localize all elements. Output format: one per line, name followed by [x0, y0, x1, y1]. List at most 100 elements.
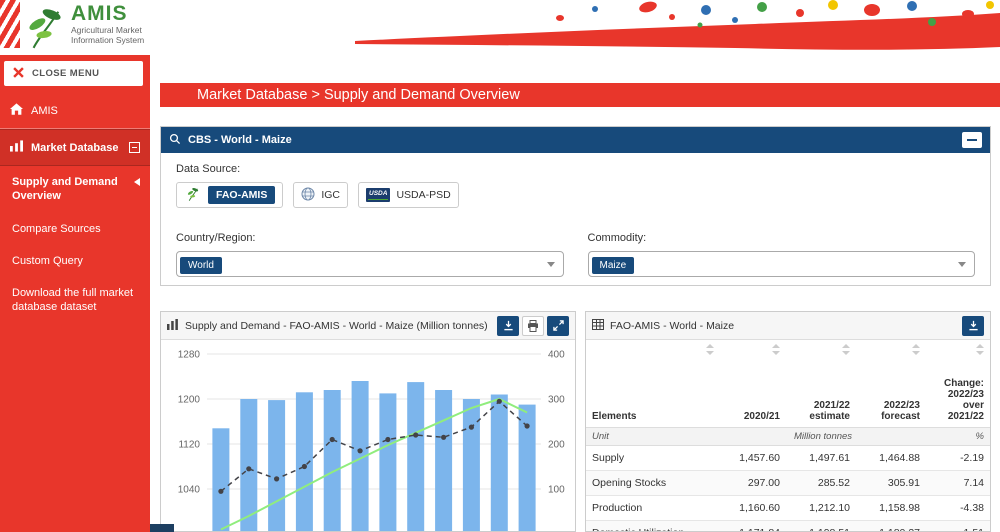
logo-subtitle: Agricultural Market Information System [71, 25, 144, 45]
close-icon [13, 65, 24, 83]
sidebar-item-label: AMIS [31, 105, 58, 117]
close-menu-button[interactable]: CLOSE MENU [4, 61, 143, 86]
change-unit: % [926, 428, 990, 446]
unit-value: Million tonnes [720, 428, 926, 446]
supply-demand-chart: 1040112012001280100200300400 [161, 340, 575, 532]
sidebar-item-amis-home[interactable]: AMIS [0, 93, 150, 129]
value-cell: 1,497.61 [786, 446, 856, 471]
amis-logo[interactable]: AMIS Agricultural Market Information Sys… [26, 3, 144, 54]
collapse-panel-button[interactable] [962, 132, 982, 148]
sidebar-item-download-dataset[interactable]: Download the full market database datase… [0, 277, 150, 324]
sidebar-item-label: Custom Query [12, 254, 83, 268]
sort-icon [976, 344, 984, 355]
sidebar-item-custom-query[interactable]: Custom Query [0, 245, 150, 277]
supply-demand-table: Elements 2020/21 2021/22 estimate 2022/2… [586, 340, 990, 532]
source-button-fao-amis[interactable]: FAO-AMIS [176, 182, 283, 208]
collapse-section-icon[interactable] [129, 142, 140, 153]
value-cell: 1,160.60 [720, 496, 786, 521]
data-source-label: Data Source: [176, 163, 975, 175]
fao-amis-logo-icon [184, 186, 202, 204]
download-button[interactable] [962, 316, 984, 336]
print-button[interactable] [522, 316, 544, 336]
table-panel-header: FAO-AMIS - World - Maize [586, 312, 990, 340]
source-button-usda-psd[interactable]: USDA USDA-PSD [358, 182, 459, 208]
table-row: Opening Stocks297.00285.52305.917.14 [586, 471, 990, 496]
amis-plant-icon [26, 3, 64, 54]
sort-icon [706, 344, 714, 355]
breadcrumb: Market Database > Supply and Demand Over… [160, 83, 1000, 107]
table-row: Supply1,457.601,497.611,464.88-2.19 [586, 446, 990, 471]
source-label: FAO-AMIS [208, 186, 275, 204]
value-cell: -2.19 [926, 446, 990, 471]
value-cell: 1,212.10 [786, 496, 856, 521]
header-wave-decoration [355, 0, 1000, 55]
main-content: Market Database > Supply and Demand Over… [150, 55, 1000, 532]
expand-button[interactable] [547, 316, 569, 336]
svg-text:300: 300 [548, 395, 565, 406]
home-icon [10, 103, 23, 118]
commodity-select[interactable]: Maize [588, 251, 976, 277]
source-label: USDA-PSD [396, 189, 450, 201]
value-cell: -1.51 [926, 521, 990, 532]
logo-title: AMIS [71, 3, 144, 25]
supply-demand-chart-panel: Supply and Demand - FAO-AMIS - World - M… [160, 311, 576, 532]
element-cell: Opening Stocks [586, 471, 720, 496]
sidebar-item-market-database[interactable]: Market Database [0, 129, 150, 166]
svg-text:1280: 1280 [178, 350, 201, 361]
source-label: IGC [321, 189, 340, 201]
top-header: AMIS Agricultural Market Information Sys… [0, 0, 1000, 55]
value-cell: 1,180.37 [856, 521, 926, 532]
supply-demand-table-panel: FAO-AMIS - World - Maize Elements 2020/2… [585, 311, 991, 532]
column-header-elements[interactable]: Elements [586, 340, 720, 428]
sort-icon [772, 344, 780, 355]
sort-icon [912, 344, 920, 355]
unit-label: Unit [586, 428, 720, 446]
svg-text:1040: 1040 [178, 485, 201, 496]
bar-chart-icon [167, 319, 179, 333]
country-region-select[interactable]: World [176, 251, 564, 277]
column-header-change[interactable]: Change: 2022/23 over 2021/22 [926, 340, 990, 428]
value-cell: 1,457.60 [720, 446, 786, 471]
svg-text:1120: 1120 [178, 440, 200, 451]
table-row: Production1,160.601,212.101,158.98-4.38 [586, 496, 990, 521]
sidebar-item-label: Supply and Demand Overview [12, 175, 124, 204]
country-region-label: Country/Region: [176, 232, 564, 244]
download-button[interactable] [497, 316, 519, 336]
sidebar: CLOSE MENU AMIS Market Database Supply a… [0, 55, 150, 532]
cbs-panel-title: CBS - World - Maize [188, 134, 292, 146]
value-cell: 305.91 [856, 471, 926, 496]
sort-icon [842, 344, 850, 355]
corner-stripes-decoration [0, 0, 20, 48]
chart-panel-header: Supply and Demand - FAO-AMIS - World - M… [161, 312, 575, 340]
sidebar-item-label: Market Database [31, 142, 118, 154]
search-icon [169, 133, 181, 148]
sidebar-item-label: Compare Sources [12, 222, 101, 236]
sidebar-item-label: Download the full market database datase… [12, 286, 138, 315]
element-cell: Production [586, 496, 720, 521]
commodity-label: Commodity: [588, 232, 976, 244]
country-selected-tag[interactable]: World [180, 257, 222, 274]
cbs-panel-header: CBS - World - Maize [161, 127, 990, 153]
chevron-down-icon [547, 262, 555, 267]
column-header-2020-21[interactable]: 2020/21 [720, 340, 786, 428]
sidebar-item-supply-and-demand-overview[interactable]: Supply and Demand Overview [0, 166, 150, 213]
value-cell: 7.14 [926, 471, 990, 496]
sidebar-item-compare-sources[interactable]: Compare Sources [0, 213, 150, 245]
table-row: Domestic Utilization1,171.841,198.511,18… [586, 521, 990, 532]
igc-globe-icon [301, 187, 315, 204]
value-cell: 285.52 [786, 471, 856, 496]
value-cell: 297.00 [720, 471, 786, 496]
svg-text:400: 400 [548, 350, 565, 361]
svg-text:200: 200 [548, 440, 565, 451]
value-cell: -4.38 [926, 496, 990, 521]
column-header-2022-23-forecast[interactable]: 2022/23 forecast [856, 340, 926, 428]
column-header-2021-22-estimate[interactable]: 2021/22 estimate [786, 340, 856, 428]
commodity-selected-tag[interactable]: Maize [592, 257, 635, 274]
sd-table-body: Supply1,457.601,497.611,464.88-2.19Openi… [586, 446, 990, 532]
element-cell: Supply [586, 446, 720, 471]
value-cell: 1,171.84 [720, 521, 786, 532]
active-item-arrow-icon [134, 178, 140, 186]
value-cell: 1,464.88 [856, 446, 926, 471]
footer-edge [150, 524, 174, 532]
source-button-igc[interactable]: IGC [293, 182, 348, 208]
